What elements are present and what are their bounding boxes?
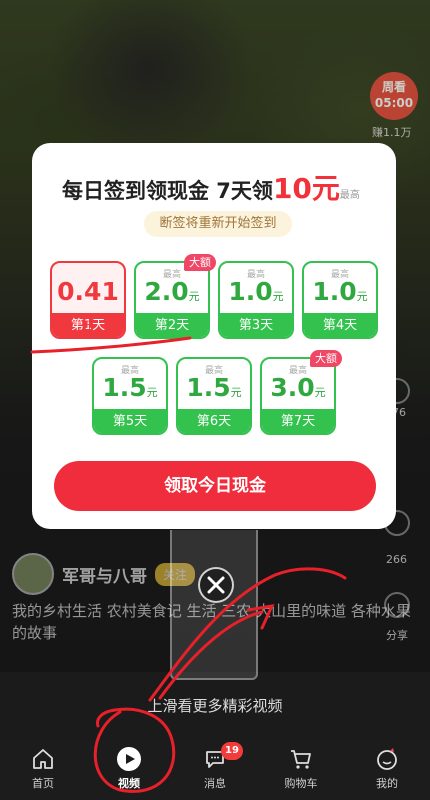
- watch-timer-badge[interactable]: 周看 05:00: [370, 72, 418, 120]
- popup-title-amount: 10元: [272, 172, 340, 205]
- close-button[interactable]: [198, 567, 234, 603]
- cart-icon: [288, 746, 314, 772]
- tab-messages[interactable]: 消息 19: [172, 740, 258, 800]
- close-icon: [207, 576, 225, 594]
- tab-cart[interactable]: 购物车: [258, 740, 344, 800]
- tab-label: 购物车: [284, 777, 318, 790]
- day-value: 0.41元: [57, 277, 119, 332]
- tab-label: 首页: [32, 777, 54, 790]
- profile-icon: [374, 746, 400, 772]
- play-icon: [116, 746, 142, 772]
- day-card-1[interactable]: 0.41元 第1天: [50, 261, 126, 339]
- bottom-tab-bar: 首页 视频 1 消息 19 购物车 我的: [0, 740, 430, 800]
- big-reward-tag: 大额: [310, 350, 342, 367]
- author-avatar[interactable]: [12, 553, 54, 595]
- comment-count: 266: [386, 553, 407, 566]
- resign-notice: 断签将重新开始签到: [144, 211, 292, 237]
- popup-title: 每日签到领现金 7天领10元最高: [62, 167, 360, 207]
- earn-label: 赚1.1万: [372, 126, 412, 139]
- day-label: 第2天: [136, 313, 208, 337]
- day-label: 第5天: [94, 409, 166, 433]
- timer-label: 周看: [381, 80, 406, 94]
- floating-window-outline: [170, 530, 258, 680]
- timer-value: 05:00: [374, 96, 414, 110]
- author-name[interactable]: 军哥与八哥: [62, 562, 147, 587]
- day-value: 3.0元: [270, 373, 326, 402]
- tab-profile[interactable]: 我的: [344, 740, 430, 800]
- day-card-4[interactable]: 最高 1.0元 第4天: [302, 261, 378, 339]
- day-card-2[interactable]: 最高 2.0元 第2天: [134, 261, 210, 339]
- day-value: 2.0元: [144, 277, 200, 306]
- day-label: 第6天: [178, 409, 250, 433]
- message-badge: 19: [221, 742, 243, 760]
- day-value: 1.5元: [102, 373, 158, 402]
- day-label: 第3天: [220, 313, 292, 337]
- day-label: 第7天: [262, 409, 334, 433]
- tab-label: 视频: [118, 777, 140, 790]
- day-card-6[interactable]: 最高 1.5元 第6天: [176, 357, 252, 435]
- tab-video[interactable]: 视频 1: [86, 740, 242, 800]
- day-card-7[interactable]: 最高 3.0元 第7天: [260, 357, 336, 435]
- day-value: 1.0元: [312, 277, 368, 306]
- day-value: 1.5元: [186, 373, 242, 402]
- day-card-3[interactable]: 最高 1.0元 第3天: [218, 261, 294, 339]
- checkin-popup: 每日签到领现金 7天领10元最高 断签将重新开始签到 0.41元 第1天 最高 …: [32, 143, 396, 529]
- author-row: 军哥与八哥 关注: [12, 553, 196, 595]
- popup-title-prefix: 每日签到领现金 7天领: [62, 179, 273, 203]
- home-icon: [30, 746, 56, 772]
- popup-title-max: 最高: [339, 190, 360, 201]
- tab-label: 我的: [376, 777, 398, 790]
- tab-label: 消息: [204, 777, 226, 790]
- claim-cash-button[interactable]: 领取今日现金: [54, 461, 376, 511]
- day-card-5[interactable]: 最高 1.5元 第5天: [92, 357, 168, 435]
- day-label: 第4天: [304, 313, 376, 337]
- big-reward-tag: 大额: [184, 254, 216, 271]
- more-videos-hint[interactable]: 上滑看更多精彩视频: [0, 672, 430, 740]
- tab-home[interactable]: 首页: [0, 740, 86, 800]
- day-value: 1.0元: [228, 277, 284, 306]
